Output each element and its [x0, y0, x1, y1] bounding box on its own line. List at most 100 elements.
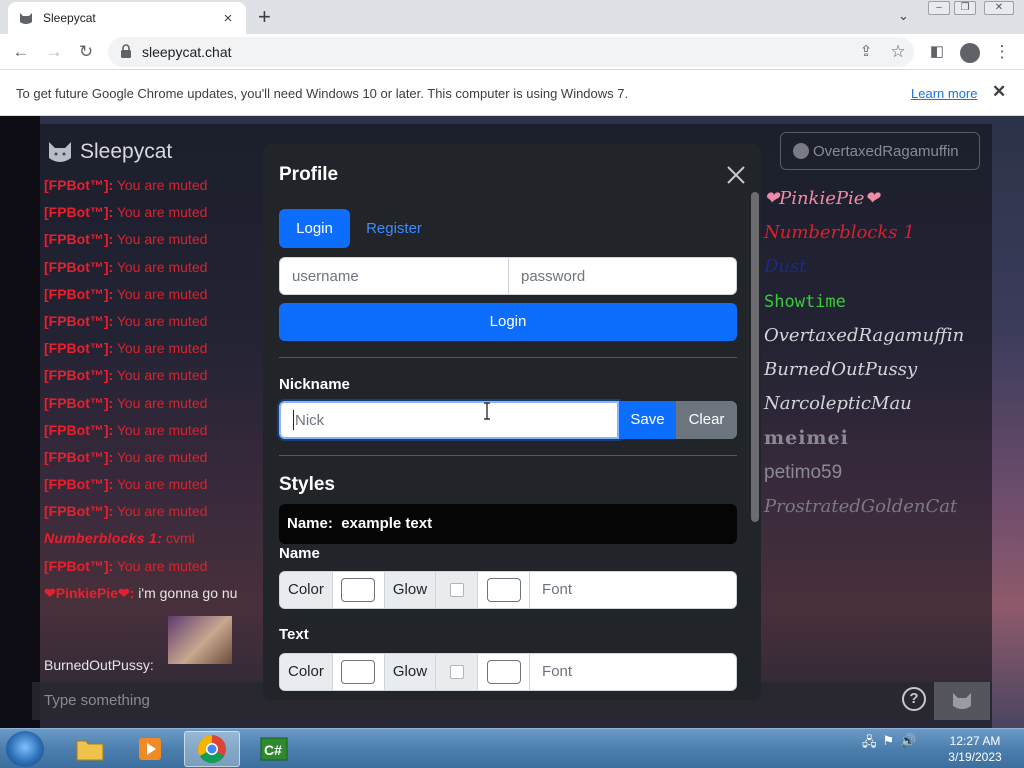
username-input[interactable]: username	[279, 257, 509, 295]
text-caret	[293, 410, 294, 430]
profile-modal: Profile Login Register username password…	[263, 144, 761, 700]
sleepycat-logo-icon	[49, 142, 71, 162]
side-panel-icon[interactable]: ◧	[926, 42, 948, 62]
chat-message-text: You are muted	[116, 503, 208, 520]
folder-icon	[76, 740, 104, 761]
text-color-picker[interactable]	[333, 654, 385, 690]
taskbar-media-player[interactable]	[122, 731, 178, 767]
user-list-item[interactable]: ProstratedGoldenCat	[764, 490, 994, 524]
taskbar-file-explorer[interactable]	[62, 731, 118, 767]
help-icon[interactable]: ?	[902, 687, 926, 711]
login-button[interactable]: Login	[279, 303, 737, 341]
chat-message-text: You are muted	[116, 394, 208, 411]
restore-button[interactable]: ❐	[954, 1, 976, 15]
sleepycat-favicon-icon	[20, 13, 32, 24]
modal-title: Profile	[279, 164, 339, 185]
user-list-item[interactable]: meimei	[764, 421, 994, 455]
csharp-icon: C#	[260, 737, 288, 761]
user-list-item[interactable]: petimo59	[764, 456, 994, 490]
window-close-button[interactable]: ✕	[984, 1, 1014, 15]
tab-close-icon[interactable]: ×	[220, 10, 236, 27]
clock-time: 12:27 AM	[949, 734, 1001, 748]
taskbar-csharp[interactable]: C#	[246, 731, 302, 767]
chat-message-text: cvml	[165, 530, 195, 547]
bookmark-star-icon[interactable]: ☆	[887, 42, 909, 62]
user-list-item[interactable]: Numberblocks 1	[764, 216, 994, 250]
name-glow-label: Glow	[384, 572, 437, 608]
lock-icon[interactable]	[120, 44, 132, 59]
windows-taskbar: C# 🖧 ⚑ 🔊 12:27 AM 3/19/2023	[0, 728, 1024, 768]
infobar-message: To get future Google Chrome updates, you…	[16, 86, 629, 101]
modal-scrollbar[interactable]	[751, 192, 759, 522]
taskbar-chrome[interactable]	[184, 731, 240, 767]
name-font-input[interactable]: Font	[530, 572, 736, 608]
user-list-item[interactable]: Dust	[764, 250, 994, 284]
update-infobar: To get future Google Chrome updates, you…	[0, 71, 1024, 116]
chat-sender: [FPBot™]:	[44, 340, 114, 357]
chat-message-text: i'm gonna go nu	[138, 584, 238, 601]
send-button[interactable]	[934, 682, 990, 720]
tab-register[interactable]: Register	[361, 209, 427, 248]
chat-sender: [FPBot™]:	[44, 503, 114, 520]
text-font-input[interactable]: Font	[530, 654, 736, 690]
infobar-close-icon[interactable]: ✕	[992, 82, 1006, 102]
chat-sender: [FPBot™]:	[44, 285, 114, 302]
user-list-item[interactable]: ❤PinkiePie❤	[764, 182, 994, 216]
menu-dots-icon[interactable]: ⋮	[991, 42, 1013, 62]
user-list-item[interactable]: OvertaxedRagamuffin	[764, 319, 994, 353]
tab-login[interactable]: Login	[279, 209, 350, 248]
minimize-button[interactable]: –	[928, 1, 950, 15]
text-glow-color-picker[interactable]	[478, 654, 531, 690]
chat-input[interactable]: Type something	[44, 692, 150, 709]
tab-search-chevron-icon[interactable]: ⌄	[898, 8, 909, 24]
preview-text: example text	[341, 515, 433, 532]
text-color-label: Color	[280, 654, 333, 690]
save-button[interactable]: Save	[619, 401, 676, 439]
user-list-item[interactable]: NarcolepticMau	[764, 387, 994, 421]
user-account-button[interactable]: OvertaxedRagamuffin	[780, 132, 980, 170]
browser-tab[interactable]: Sleepycat ×	[8, 2, 246, 34]
learn-more-link[interactable]: Learn more	[911, 86, 977, 101]
chat-image-thumbnail[interactable]	[168, 616, 232, 664]
user-list-item[interactable]: Showtime	[764, 285, 994, 319]
password-input[interactable]: password	[508, 257, 737, 295]
chat-message: [FPBot™]: You are muted	[44, 362, 274, 389]
divider	[279, 455, 737, 456]
name-style-group: Color Glow Font	[279, 571, 737, 609]
text-glow-checkbox[interactable]	[436, 654, 479, 690]
back-arrow-icon[interactable]: ←	[10, 42, 32, 62]
action-center-flag-icon[interactable]: ⚑	[883, 733, 895, 755]
system-clock[interactable]: 12:27 AM 3/19/2023	[944, 733, 1006, 765]
modal-close-icon[interactable]	[725, 164, 747, 186]
chat-message: [FPBot™]: You are muted	[44, 308, 274, 335]
new-tab-button[interactable]: +	[258, 5, 271, 29]
brand-logo[interactable]: Sleepycat	[46, 138, 172, 166]
chat-message: [FPBot™]: You are muted	[44, 417, 274, 444]
start-button[interactable]	[6, 731, 44, 767]
address-bar[interactable]: sleepycat.chat	[108, 37, 914, 67]
chat-sender: [FPBot™]:	[44, 557, 114, 574]
chat-message-text: You are muted	[116, 258, 208, 275]
reload-icon[interactable]: ↻	[75, 42, 97, 62]
forward-arrow-icon[interactable]: →	[43, 42, 65, 62]
volume-icon[interactable]: 🔊	[900, 733, 916, 755]
name-glow-color-picker[interactable]	[478, 572, 531, 608]
tab-title: Sleepycat	[43, 11, 96, 25]
name-style-label: Name	[279, 545, 320, 562]
clear-button[interactable]: Clear	[676, 401, 737, 439]
nick-placeholder: Nick	[295, 411, 325, 429]
system-tray: 🖧 ⚑ 🔊	[862, 733, 916, 755]
name-color-picker[interactable]	[333, 572, 385, 608]
divider	[279, 357, 737, 358]
nick-input[interactable]: Nick	[279, 401, 619, 439]
network-icon[interactable]: 🖧	[862, 733, 877, 755]
chat-log: [FPBot™]: You are muted [FPBot™]: You are…	[44, 172, 274, 642]
ibeam-cursor-icon	[484, 402, 490, 420]
name-glow-checkbox[interactable]	[436, 572, 479, 608]
user-list-item[interactable]: BurnedOutPussy	[764, 353, 994, 387]
styles-heading: Styles	[279, 474, 335, 495]
chat-message: [FPBot™]: You are muted	[44, 172, 274, 199]
profile-avatar-icon[interactable]	[960, 43, 980, 63]
share-icon[interactable]: ⇪	[855, 42, 877, 62]
chat-message: [FPBot™]: You are muted	[44, 498, 274, 525]
